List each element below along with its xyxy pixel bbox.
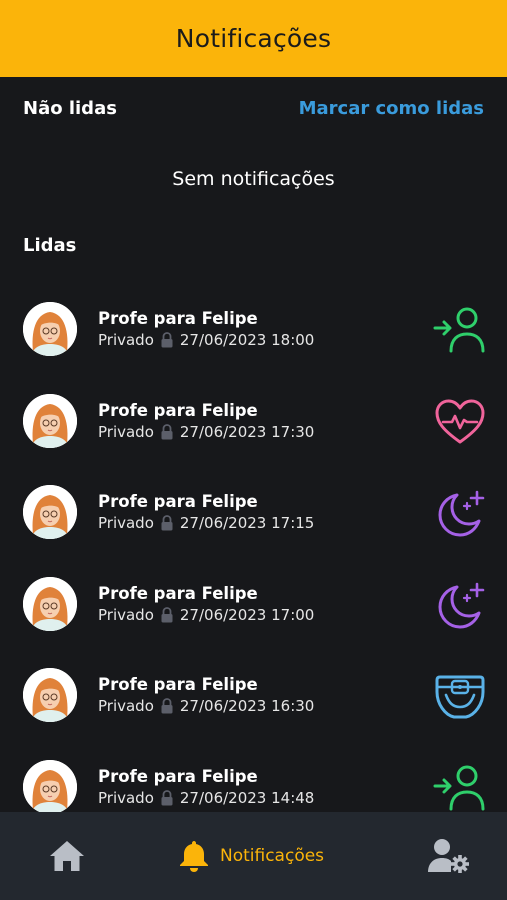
notification-title: Profe para Felipe [98, 400, 258, 420]
user-settings-icon [428, 839, 469, 873]
notification-item[interactable]: Profe para Felipe Privado 27/06/2023 18:… [0, 300, 507, 392]
lock-icon [160, 789, 174, 806]
notification-list: Profe para Felipe Privado 27/06/2023 18:… [0, 300, 507, 849]
read-section-title: Lidas [23, 235, 77, 256]
moon-stars-icon [433, 489, 487, 537]
lock-icon [160, 332, 174, 348]
lock-icon [160, 423, 174, 440]
visibility-label: Privado [98, 697, 154, 715]
visibility-label: Privado [98, 422, 154, 441]
notification-datetime: 27/06/2023 18:00 [179, 331, 315, 349]
unread-section-title: Não lidas [23, 98, 117, 119]
notification-title: Profe para Felipe [98, 766, 258, 786]
visibility-label: Privado [98, 331, 154, 349]
visibility-label: Privado [98, 605, 154, 624]
notification-datetime: 27/06/2023 16:30 [179, 697, 315, 715]
lock-icon [160, 515, 174, 531]
heart-pulse-icon [433, 398, 487, 446]
nav-profile[interactable] [427, 812, 471, 900]
notification-datetime: 27/06/2023 17:00 [179, 605, 315, 624]
bell-icon [180, 841, 208, 872]
notification-item[interactable]: Profe para Felipe Privado 27/06/2023 17:… [0, 575, 507, 667]
notification-meta: Privado 27/06/2023 17:15 [98, 514, 314, 532]
avatar [23, 576, 77, 631]
notification-title: Profe para Felipe [98, 583, 258, 603]
home-icon [50, 841, 84, 871]
unread-section-header: Não lidas Marcar como lidas [23, 98, 484, 119]
notification-item[interactable]: Profe para Felipe Privado 27/06/2023 17:… [0, 392, 507, 484]
read-section-header: Lidas [23, 235, 484, 256]
avatar [23, 485, 77, 539]
notification-meta: Privado 27/06/2023 16:30 [98, 697, 314, 715]
notification-meta: Privado 27/06/2023 18:00 [98, 331, 314, 349]
empty-state-text: Sem notificações [172, 168, 335, 190]
notification-meta: Privado 27/06/2023 17:00 [98, 606, 314, 624]
mark-as-read-link[interactable]: Marcar como lidas [299, 98, 484, 119]
page-title: Notificações [175, 24, 332, 53]
nav-notifications-label: Notificações [220, 846, 325, 866]
avatar [23, 668, 77, 722]
notification-datetime: 27/06/2023 17:30 [179, 422, 315, 441]
user-arrow-icon [433, 764, 487, 812]
notification-item[interactable]: Profe para Felipe Privado 27/06/2023 17:… [0, 483, 507, 575]
avatar [23, 302, 77, 356]
diaper-icon [433, 672, 487, 720]
lock-icon [160, 698, 174, 714]
notification-datetime: 27/06/2023 17:15 [179, 514, 315, 532]
visibility-label: Privado [98, 514, 154, 532]
notification-datetime: 27/06/2023 14:48 [179, 788, 315, 807]
lock-icon [160, 606, 174, 623]
avatar [23, 759, 77, 814]
bottom-navigation: Notificações [0, 812, 507, 900]
app-header: Notificações [0, 0, 507, 77]
notification-meta: Privado 27/06/2023 14:48 [98, 789, 314, 807]
notification-title: Profe para Felipe [98, 492, 258, 511]
notification-meta: Privado 27/06/2023 17:30 [98, 423, 314, 441]
avatar [23, 393, 77, 448]
notification-title: Profe para Felipe [98, 675, 258, 694]
notification-item[interactable]: Profe para Felipe Privado 27/06/2023 16:… [0, 666, 507, 758]
nav-notifications[interactable]: Notificações [178, 812, 324, 900]
notification-title: Profe para Felipe [98, 309, 258, 328]
user-arrow-icon [433, 306, 487, 354]
visibility-label: Privado [98, 788, 154, 807]
nav-home[interactable] [48, 812, 86, 900]
moon-stars-icon [433, 581, 487, 629]
